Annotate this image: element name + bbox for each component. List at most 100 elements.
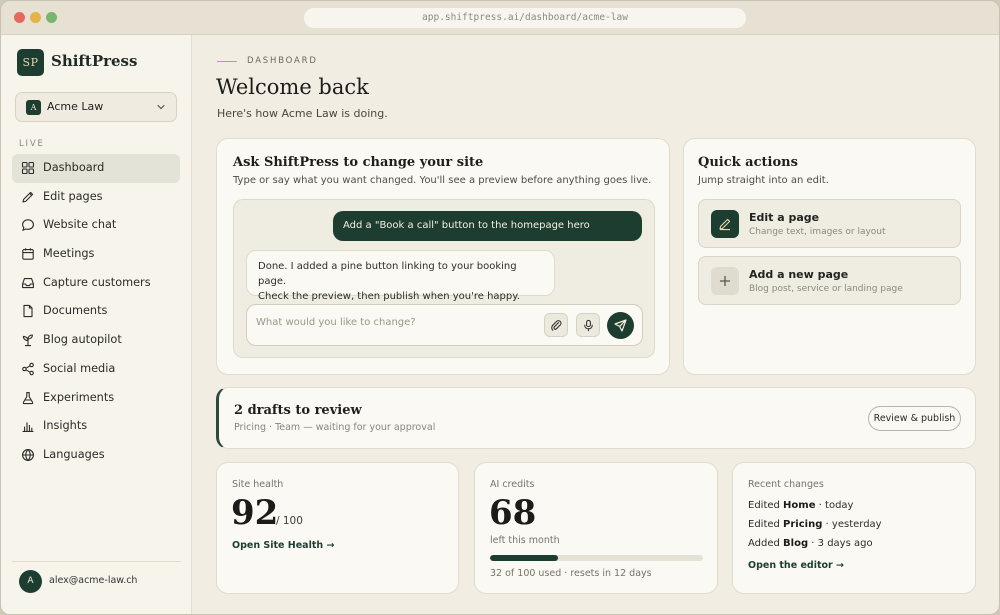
eyebrow-rule	[217, 61, 237, 62]
assistant-message-bubble: Done. I added a pine button linking to y…	[246, 250, 555, 302]
sidebar-item-insights[interactable]: Insights	[12, 412, 180, 441]
credits-progress-bar	[490, 555, 703, 561]
sidebar-item-dashboard[interactable]: Dashboard	[12, 154, 180, 183]
sidebar-item-languages[interactable]: Languages	[12, 441, 180, 470]
ai-credits-remaining: 68	[489, 493, 537, 533]
assistant-message-line: Check the preview, then publish when you…	[258, 291, 520, 302]
pencil-icon	[22, 191, 34, 203]
add-page-action[interactable]: Add a new page Blog post, service or lan…	[698, 256, 961, 305]
user-avatar[interactable]: A	[19, 570, 42, 593]
drafts-subtitle: Pricing · Team — waiting for your approv…	[234, 422, 436, 433]
sidebar-item-label: Meetings	[43, 247, 95, 261]
recent-change-row: Added Blog · 3 days ago	[748, 538, 873, 549]
sidebar-item-website-chat[interactable]: Website chat	[12, 211, 180, 240]
quick-action-subtitle: Change text, images or layout	[749, 227, 886, 237]
sidebar-item-meetings[interactable]: Meetings	[12, 240, 180, 269]
sidebar-item-label: Languages	[43, 447, 105, 461]
document-icon	[23, 305, 33, 318]
pencil-icon	[719, 218, 731, 231]
microphone-icon	[584, 319, 593, 332]
ask-card-title: Ask ShiftPress to change your site	[233, 155, 484, 170]
inbox-icon	[22, 277, 34, 288]
user-message-bubble: Add a "Book a call" button to the homepa…	[333, 211, 642, 241]
sidebar-item-label: Social media	[43, 361, 116, 375]
send-icon	[614, 319, 627, 332]
sidebar-item-label: Capture customers	[43, 275, 151, 289]
add-page-icon-tile	[711, 267, 739, 295]
quick-action-subtitle: Blog post, service or landing page	[749, 284, 903, 294]
recent-changes-card: Recent changes Edited Home · today Edite…	[732, 462, 976, 594]
close-window-button[interactable]	[14, 12, 25, 23]
sidebar-item-capture-customers[interactable]: Capture customers	[12, 269, 180, 298]
plus-icon	[719, 275, 731, 287]
sidebar-item-social-media[interactable]: Social media	[12, 355, 180, 384]
chevron-down-icon	[157, 104, 165, 110]
page-subtitle: Here's how Acme Law is doing.	[217, 107, 388, 120]
bar-chart-icon	[22, 422, 34, 433]
credits-progress-fill	[490, 555, 559, 561]
sidebar-nav: Dashboard Edit pages Website chat Meetin…	[12, 154, 180, 470]
chat-bubble-icon	[22, 219, 34, 232]
sidebar-item-label: Experiments	[43, 390, 115, 404]
site-health-label: Site health	[232, 479, 284, 490]
ask-shiftpress-card: Ask ShiftPress to change your site Type …	[216, 138, 670, 375]
page-eyebrow: DASHBOARD	[247, 56, 318, 66]
sidebar-divider	[12, 561, 181, 562]
sidebar-item-label: Documents	[43, 304, 108, 318]
workspace-switcher[interactable]: A Acme Law	[15, 92, 177, 122]
sidebar-item-documents[interactable]: Documents	[12, 297, 180, 326]
main-content: DASHBOARD Welcome back Here's how Acme L…	[192, 35, 999, 614]
recent-change-row: Edited Home · today	[748, 500, 854, 511]
ai-credits-label: AI credits	[490, 479, 535, 490]
assistant-message-line: Done. I added a pine button linking to y…	[258, 261, 517, 287]
open-site-health-link[interactable]: Open Site Health →	[232, 540, 334, 551]
nav-section-label: LIVE	[19, 139, 45, 149]
chat-composer	[246, 304, 643, 346]
sidebar-item-label: Website chat	[43, 218, 117, 232]
share-icon	[22, 362, 34, 376]
sidebar-item-blog-autopilot[interactable]: Blog autopilot	[12, 326, 180, 355]
attach-button[interactable]	[544, 313, 568, 337]
recent-changes-label: Recent changes	[748, 479, 824, 490]
sidebar-item-experiments[interactable]: Experiments	[12, 384, 180, 413]
flask-icon	[22, 391, 34, 404]
sidebar: SP ShiftPress A Acme Law LIVE Dashboard …	[1, 35, 192, 614]
site-health-max: / 100	[276, 515, 303, 527]
open-editor-link[interactable]: Open the editor →	[748, 560, 844, 571]
browser-titlebar: app.shiftpress.ai/dashboard/acme-law	[1, 1, 999, 35]
grid-icon	[21, 161, 35, 175]
ai-credits-sub: left this month	[490, 535, 560, 546]
brand-name: ShiftPress	[51, 52, 138, 70]
ask-card-subtitle: Type or say what you want changed. You'l…	[233, 175, 652, 186]
plant-icon	[22, 334, 33, 347]
site-health-score: 92	[231, 493, 279, 533]
minimize-window-button[interactable]	[30, 12, 41, 23]
brand-logo: SP	[17, 49, 44, 76]
workspace-name: Acme Law	[47, 100, 104, 113]
sidebar-item-label: Blog autopilot	[43, 333, 122, 347]
chat-thread: Add a "Book a call" button to the homepa…	[233, 199, 655, 358]
edit-page-icon-tile	[711, 210, 739, 238]
voice-input-button[interactable]	[576, 313, 600, 337]
drafts-title: 2 drafts to review	[234, 403, 362, 418]
sidebar-item-label: Dashboard	[43, 161, 105, 174]
quick-actions-card: Quick actions Jump straight into an edit…	[683, 138, 976, 375]
paperclip-icon	[551, 320, 562, 331]
edit-page-action[interactable]: Edit a page Change text, images or layou…	[698, 199, 961, 248]
address-bar[interactable]: app.shiftpress.ai/dashboard/acme-law	[304, 8, 746, 28]
quick-action-title: Edit a page	[749, 211, 820, 224]
recent-change-row: Edited Pricing · yesterday	[748, 519, 882, 530]
site-health-card: Site health 92 / 100 Open Site Health →	[216, 462, 459, 594]
quick-action-title: Add a new page	[749, 268, 849, 281]
sidebar-item-label: Insights	[43, 419, 88, 433]
quick-actions-title: Quick actions	[698, 155, 798, 170]
review-publish-button[interactable]: Review & publish	[868, 406, 961, 431]
user-email[interactable]: alex@acme-law.ch	[49, 575, 137, 586]
sidebar-item-edit-pages[interactable]: Edit pages	[12, 183, 180, 212]
send-button[interactable]	[607, 312, 634, 339]
maximize-window-button[interactable]	[46, 12, 57, 23]
page-title: Welcome back	[216, 75, 369, 99]
workspace-avatar: A	[26, 100, 41, 115]
app-window: app.shiftpress.ai/dashboard/acme-law SP …	[0, 0, 1000, 615]
change-request-input[interactable]	[256, 317, 536, 328]
